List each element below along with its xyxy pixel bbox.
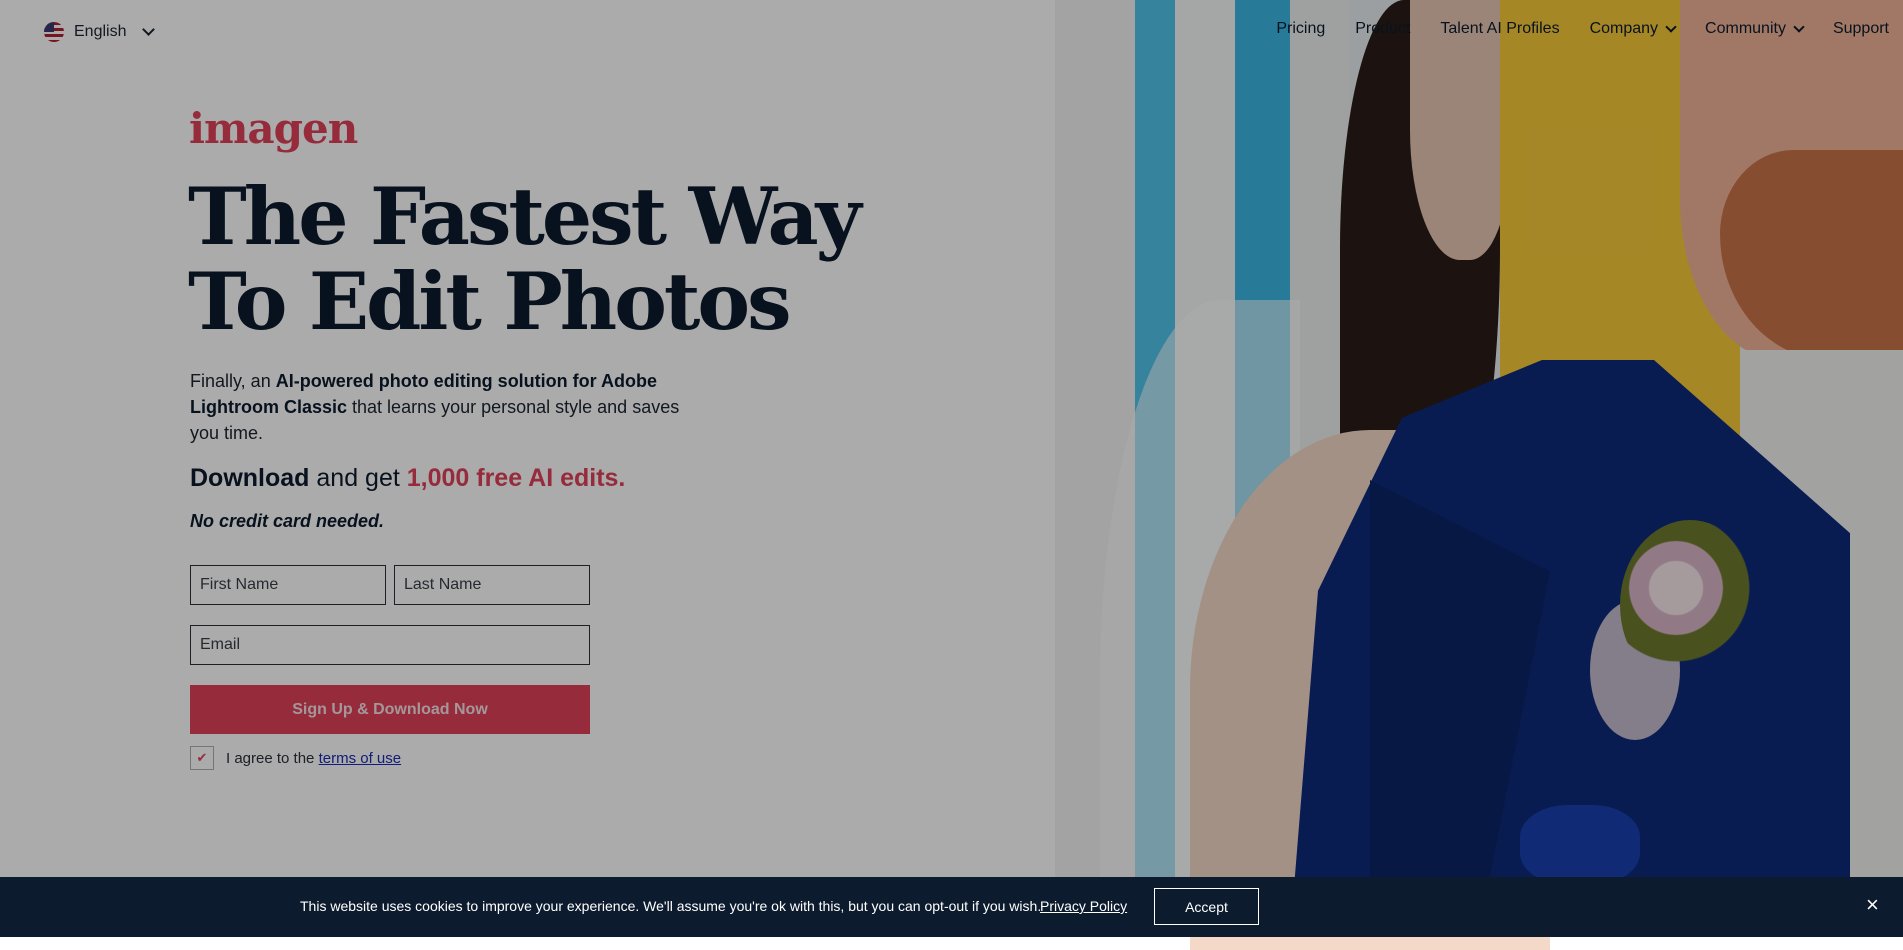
language-label: English: [74, 23, 127, 40]
nav-talent-ai-profiles[interactable]: Talent AI Profiles: [1440, 20, 1559, 38]
checkmark-icon: ✔: [196, 750, 208, 765]
last-name-input[interactable]: [394, 565, 590, 605]
download-bold: Download: [190, 464, 310, 492]
nav-company[interactable]: Company: [1589, 20, 1677, 38]
nav-company-label: Company: [1589, 20, 1659, 37]
no-credit-card-note: No credit card needed.: [190, 511, 385, 531]
download-offer: Download and get 1,000 free AI edits.: [190, 464, 625, 493]
nav-support-label: Support: [1832, 20, 1889, 37]
nav-support[interactable]: Support: [1833, 20, 1889, 38]
chevron-down-icon: [1665, 20, 1677, 33]
terms-agreement: ✔ I agree to the terms of use: [190, 746, 401, 770]
imagen-logo[interactable]: imagen: [189, 104, 358, 153]
main-nav: Pricing Product Talent AI Profiles Compa…: [1276, 20, 1889, 38]
nav-talent-label: Talent AI Profiles: [1440, 20, 1560, 37]
nav-community[interactable]: Community: [1705, 20, 1805, 38]
page-title: The Fastest Way To Edit Photos: [188, 174, 888, 344]
sign-up-download-button[interactable]: Sign Up & Download Now: [190, 685, 590, 734]
nav-community-label: Community: [1705, 20, 1786, 37]
free-edits-highlight: 1,000 free AI edits.: [406, 464, 626, 492]
agree-prefix: I agree to the: [226, 749, 319, 767]
cookie-banner: This website uses cookies to improve you…: [0, 877, 1903, 937]
chevron-down-icon: [1793, 20, 1805, 33]
language-selector[interactable]: English: [44, 20, 156, 44]
terms-checkbox[interactable]: ✔: [190, 746, 214, 770]
boutonniere: [1620, 520, 1760, 690]
desc-prefix: Finally, an: [190, 371, 276, 391]
cookie-text: This website uses cookies to improve you…: [300, 898, 1042, 914]
accept-cookies-button[interactable]: Accept: [1154, 888, 1259, 925]
nav-product-label: Product: [1355, 20, 1411, 37]
terms-of-use-link[interactable]: terms of use: [319, 750, 402, 767]
nav-pricing[interactable]: Pricing: [1276, 20, 1325, 38]
close-icon[interactable]: ×: [1866, 893, 1879, 917]
first-name-input[interactable]: [190, 565, 386, 605]
nav-product[interactable]: Product: [1355, 20, 1410, 38]
nav-pricing-label: Pricing: [1276, 20, 1326, 37]
title-line-1: The Fastest Way: [188, 170, 862, 263]
hero-description: Finally, an AI-powered photo editing sol…: [190, 368, 690, 446]
agree-text: I agree to the terms of use: [226, 750, 401, 767]
title-line-2: To Edit Photos: [188, 255, 792, 348]
email-input[interactable]: [190, 625, 590, 665]
pocket-square: [1520, 805, 1640, 885]
privacy-policy-link[interactable]: Privacy Policy: [1040, 898, 1127, 914]
bride-face: [1410, 0, 1510, 260]
download-mid: and get: [309, 464, 407, 492]
chevron-down-icon: [142, 23, 156, 36]
us-flag-icon: [44, 22, 64, 42]
